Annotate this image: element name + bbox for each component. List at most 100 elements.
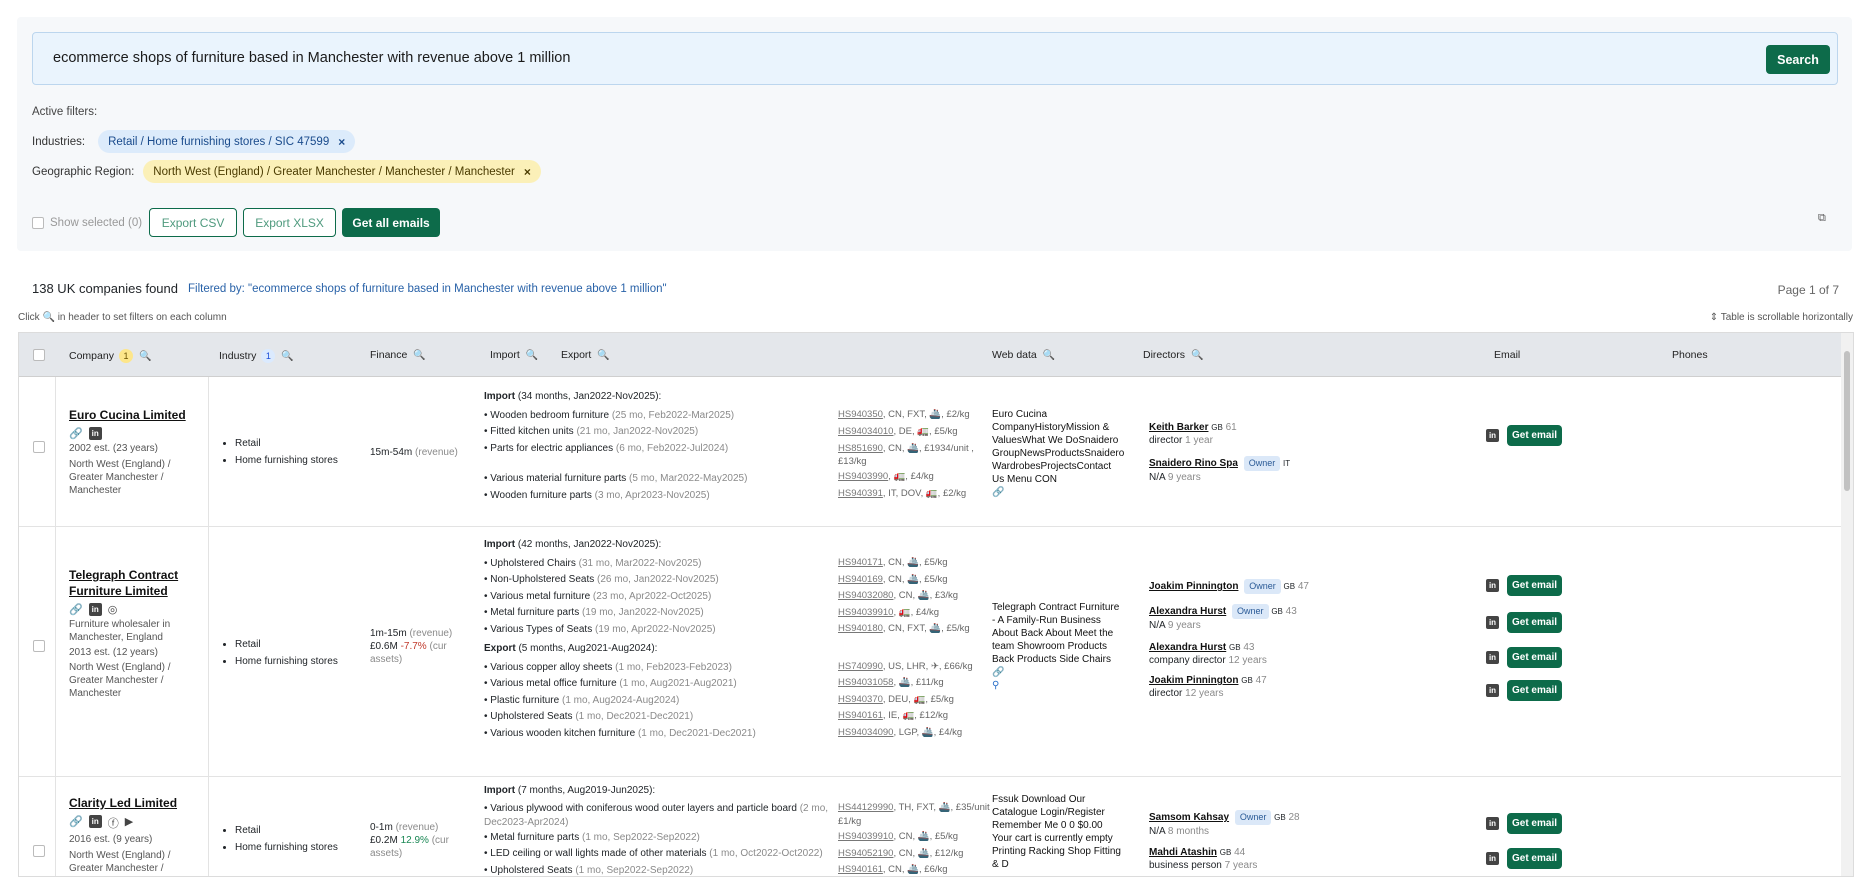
hs-code-link[interactable]: HS940350 (838, 409, 883, 420)
linkedin-icon[interactable]: in (1486, 852, 1499, 865)
header-industry[interactable]: Industry 1 🔍 (219, 349, 294, 363)
hs-code-link[interactable]: HS94052190 (838, 848, 893, 859)
get-all-emails-button[interactable]: Get all emails (342, 208, 441, 237)
import-item-meta: (19 mo, Jan2022-Nov2025) (582, 607, 704, 618)
industries-chip[interactable]: Retail / Home furnishing stores / SIC 47… (98, 130, 356, 153)
director-flag: GB (1219, 848, 1232, 857)
current-assets: £0.2M (370, 835, 398, 846)
search-query[interactable]: ecommerce shops of furniture based in Ma… (53, 50, 570, 66)
export-xlsx-button[interactable]: Export XLSX (243, 208, 337, 237)
header-company[interactable]: Company 1 🔍 (69, 349, 151, 363)
director-name-link[interactable]: Keith Barker (1149, 422, 1208, 433)
director-name-link[interactable]: Mahdi Atashin (1149, 847, 1217, 858)
header-export[interactable]: Export 🔍 (561, 349, 610, 361)
header-finance[interactable]: Finance 🔍 (370, 349, 426, 361)
web-filter-search-icon[interactable]: 🔍 (1043, 350, 1055, 361)
linkedin-icon[interactable]: in (1486, 651, 1499, 664)
company-filter-search-icon[interactable]: 🔍 (139, 351, 151, 362)
get-email-button[interactable]: Get email (1507, 647, 1562, 668)
company-filter-badge: 1 (118, 349, 133, 363)
hs-code-details: , CN, 🚢, £5/kg (882, 573, 948, 585)
link-icon[interactable]: 🔗 (69, 427, 83, 440)
linkedin-icon[interactable]: in (88, 815, 102, 828)
header-web-data[interactable]: Web data 🔍 (992, 349, 1055, 361)
hs-code-link[interactable]: HS851690 (838, 443, 883, 454)
director-name-link[interactable]: Alexandra Hurst (1149, 606, 1226, 617)
export-csv-button[interactable]: Export CSV (149, 208, 238, 237)
facebook-icon[interactable]: ⓕ (108, 815, 119, 831)
hs-code-link[interactable]: HS940391 (838, 488, 883, 499)
hs-code-link[interactable]: HS94034090 (838, 727, 893, 738)
show-selected-checkbox[interactable] (32, 216, 44, 229)
industry-list: Retail Home furnishing stores (221, 435, 338, 469)
get-email-button[interactable]: Get email (1507, 575, 1562, 596)
header-directors[interactable]: Directors 🔍 (1143, 349, 1203, 361)
company-name-link[interactable]: Euro Cucina Limited (69, 407, 199, 423)
copy-icon[interactable]: ⧉ (1818, 212, 1830, 224)
hs-code-link[interactable]: HS740990 (838, 661, 883, 672)
hs-code-link[interactable]: HS940171 (838, 557, 883, 568)
search-button[interactable]: Search (1766, 45, 1830, 74)
industry-filter-search-icon[interactable]: 🔍 (281, 351, 293, 362)
director-name-link[interactable]: Joakim Pinnington (1149, 675, 1238, 686)
get-email-button[interactable]: Get email (1507, 680, 1562, 701)
linkedin-icon[interactable]: in (1486, 429, 1499, 442)
get-email-button[interactable]: Get email (1507, 848, 1562, 869)
linkedin-icon[interactable]: in (88, 603, 102, 616)
linkedin-icon[interactable]: in (1486, 579, 1499, 592)
hs-code-link[interactable]: HS940370 (838, 694, 883, 705)
vertical-scrollbar[interactable] (1841, 333, 1853, 876)
linkedin-icon[interactable]: in (1486, 684, 1499, 697)
linkedin-icon[interactable]: in (88, 427, 102, 440)
hs-code-link[interactable]: HS94034010 (838, 426, 893, 437)
remove-industries-icon[interactable]: × (338, 135, 345, 149)
finance-filter-search-icon[interactable]: 🔍 (413, 350, 425, 361)
hs-code-link[interactable]: HS9403990 (838, 471, 888, 482)
hs-code-link[interactable]: HS940169 (838, 574, 883, 585)
hs-code-link[interactable]: HS940161 (838, 864, 883, 875)
company-name-link[interactable]: Telegraph Contract Furniture Limited (69, 567, 199, 599)
director-tenure: 9 years (1167, 620, 1201, 631)
director-name-link[interactable]: Snaidero Rino Spa (1149, 458, 1238, 469)
instagram-icon[interactable]: ◎ (108, 603, 118, 616)
search-input[interactable]: ecommerce shops of furniture based in Ma… (32, 32, 1838, 85)
export-item-meta: (1 mo, Aug2024-Aug2024) (561, 694, 680, 706)
company-name-link[interactable]: Clarity Led Limited (69, 795, 199, 811)
link-icon[interactable]: 🔗 (992, 486, 1125, 499)
row-checkbox[interactable] (33, 845, 45, 857)
directors-filter-search-icon[interactable]: 🔍 (1191, 350, 1203, 361)
director-flag: GB (1241, 676, 1253, 685)
link-icon[interactable]: 🔗 (69, 603, 83, 616)
hs-code-link[interactable]: HS94032080 (838, 590, 893, 601)
hs-code-link[interactable]: HS94039910 (838, 831, 893, 842)
scrollbar-thumb[interactable] (1844, 351, 1850, 491)
location-icon[interactable]: ⚲ (992, 679, 1125, 692)
hs-code-link[interactable]: HS94039910 (838, 607, 893, 618)
director-name-link[interactable]: Samsom Kahsay (1149, 812, 1229, 823)
get-email-button[interactable]: Get email (1507, 813, 1562, 834)
import-filter-search-icon[interactable]: 🔍 (526, 350, 538, 361)
hs-code-link[interactable]: HS940180 (838, 623, 883, 634)
export-filter-search-icon[interactable]: 🔍 (597, 350, 609, 361)
get-email-button[interactable]: Get email (1507, 425, 1562, 446)
hs-code-link[interactable]: HS44129990 (838, 802, 893, 813)
youtube-icon[interactable]: ▶ (125, 815, 133, 831)
hs-code-link[interactable]: HS940161 (838, 710, 883, 721)
remove-region-icon[interactable]: × (524, 165, 531, 179)
director-name-link[interactable]: Alexandra Hurst (1149, 642, 1226, 653)
linkedin-icon[interactable]: in (1486, 817, 1499, 830)
director-name-link[interactable]: Joakim Pinnington (1149, 581, 1238, 592)
link-icon[interactable]: 🔗 (992, 666, 1125, 679)
linkedin-icon[interactable]: in (1486, 616, 1499, 629)
company-established: 2013 est. (12 years) (69, 647, 158, 658)
link-icon[interactable]: 🔗 (69, 815, 83, 831)
select-all-checkbox[interactable] (33, 349, 45, 361)
get-email-button[interactable]: Get email (1507, 612, 1562, 633)
company-description: Furniture wholesaler in Manchester, Engl… (69, 619, 171, 643)
hs-code-link[interactable]: HS94031058 (838, 677, 893, 688)
row-checkbox[interactable] (33, 640, 45, 652)
header-import[interactable]: Import 🔍 (490, 349, 538, 361)
region-chip[interactable]: North West (England) / Greater Mancheste… (143, 160, 541, 183)
results-summary: 138 UK companies found Filtered by: "eco… (32, 281, 667, 296)
row-checkbox[interactable] (33, 441, 45, 453)
